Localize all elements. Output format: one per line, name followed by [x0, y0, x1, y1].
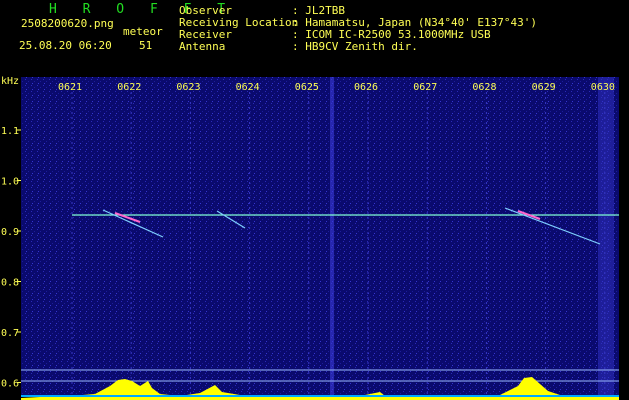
y-tick-label: 0.9 [1, 227, 19, 238]
x-tick-label: 0626 [354, 82, 378, 93]
y-tick-label: 0.7 [1, 328, 19, 339]
y-unit-label: kHz [1, 76, 19, 87]
x-tick-label: 0622 [117, 82, 141, 93]
y-tick-label: 1.1 [1, 126, 19, 137]
x-tick-label: 0630 [591, 82, 615, 93]
x-tick-label: 0624 [236, 82, 260, 93]
spectrogram-area [21, 77, 619, 395]
spectrogram-plot: kHz 0621 0622 0623 0624 0625 0626 0627 0628 0629… [1, 76, 619, 400]
x-tick-label: 0623 [176, 82, 200, 93]
interference-band [330, 77, 334, 395]
y-tick-label: 1.0 [1, 177, 19, 188]
x-tick-label: 0625 [295, 82, 319, 93]
x-tick-label: 0621 [58, 82, 82, 93]
x-tick-label: 0627 [413, 82, 437, 93]
x-tick-label: 0628 [472, 82, 496, 93]
y-tick-label: 0.8 [1, 278, 19, 289]
edge-noise-band [598, 77, 614, 395]
x-tick-label: 0629 [532, 82, 556, 93]
y-tick-label: 0.6 [1, 379, 19, 390]
